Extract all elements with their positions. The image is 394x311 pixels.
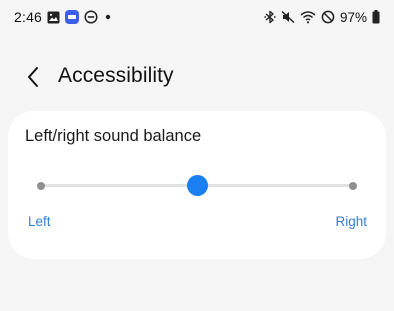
slider-left-end bbox=[37, 181, 45, 190]
status-bar: 2:46 97% bbox=[0, 0, 394, 34]
balance-card: Left/right sound balance Left Right bbox=[8, 111, 386, 259]
header: Accessibility bbox=[0, 52, 394, 102]
status-left: 2:46 bbox=[14, 9, 113, 25]
gallery-icon bbox=[47, 11, 60, 24]
balance-title: Left/right sound balance bbox=[25, 127, 202, 145]
do-not-disturb-icon bbox=[84, 10, 98, 24]
balance-slider[interactable] bbox=[36, 175, 358, 197]
status-time: 2:46 bbox=[14, 9, 43, 25]
status-right: 97% bbox=[264, 10, 380, 25]
blocked-icon bbox=[321, 10, 335, 24]
dot-icon bbox=[103, 12, 113, 22]
battery-percent: 97% bbox=[339, 9, 367, 25]
bluetooth-icon bbox=[264, 10, 276, 24]
right-label: Right bbox=[335, 214, 367, 229]
slider-thumb[interactable] bbox=[186, 175, 208, 196]
app-notification-icon bbox=[65, 10, 80, 24]
battery-icon bbox=[372, 10, 380, 24]
left-label: Left bbox=[28, 214, 51, 229]
page-title: Accessibility bbox=[58, 64, 174, 87]
slider-right-end bbox=[349, 181, 357, 190]
back-button[interactable] bbox=[20, 64, 46, 90]
mute-icon bbox=[281, 10, 295, 24]
wifi-icon bbox=[300, 10, 316, 24]
chevron-left-icon bbox=[26, 66, 40, 88]
